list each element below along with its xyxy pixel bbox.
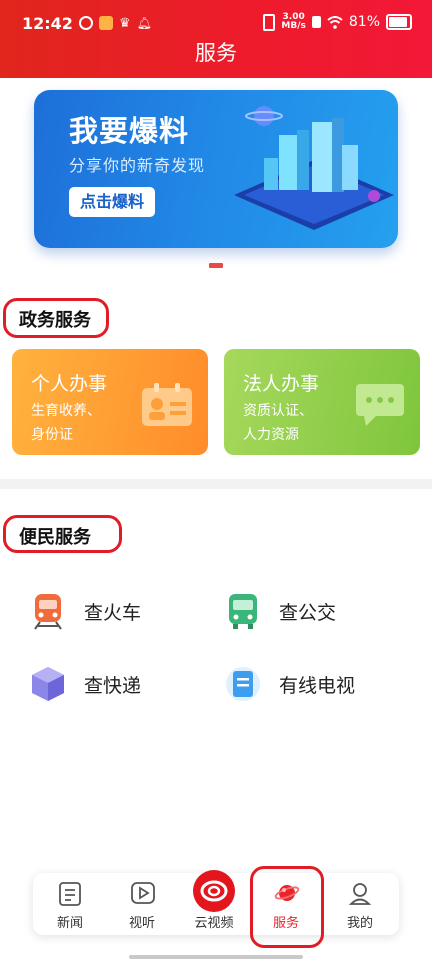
id-card-icon xyxy=(142,383,192,426)
personal-affairs-card[interactable]: 个人办事 生育收养、 身份证 xyxy=(12,349,208,455)
nav-label: 我的 xyxy=(346,916,373,931)
video-play-icon xyxy=(131,882,155,904)
profile-icon xyxy=(348,883,372,905)
card-title: 个人办事 xyxy=(31,373,108,395)
package-icon xyxy=(32,667,64,701)
nav-audio-video[interactable]: 视听 xyxy=(107,873,177,935)
nav-label: 新闻 xyxy=(56,916,83,931)
service-label: 查快递 xyxy=(84,674,142,697)
service-label: 查火车 xyxy=(84,601,142,624)
nav-cloud-video[interactable]: 云视频 xyxy=(179,870,249,935)
card-description: 资质认证、 人力资源 xyxy=(243,403,313,443)
notification-app-icon xyxy=(79,16,93,30)
net-speed: 3.00 MB/s xyxy=(281,12,306,31)
nav-news[interactable]: 新闻 xyxy=(35,873,105,935)
nav-mine[interactable]: 我的 xyxy=(325,873,395,935)
highlight-circle xyxy=(3,298,109,338)
banner-title: 我要爆料 xyxy=(69,114,190,148)
cloud-video-logo-icon xyxy=(193,870,235,912)
bus-icon xyxy=(229,594,257,629)
nav-label: 云视频 xyxy=(194,916,234,931)
status-bar: 12:42 ♛ 🔔︎ 3.00 MB/s 81% xyxy=(22,12,412,36)
news-icon xyxy=(59,882,81,906)
vibrate-icon xyxy=(263,13,276,31)
battery-icon xyxy=(386,14,412,30)
report-button[interactable]: 点击爆料 xyxy=(69,187,155,217)
highlight-circle xyxy=(250,866,324,948)
home-indicator[interactable] xyxy=(129,955,303,959)
chat-bubble-icon xyxy=(356,384,404,426)
express-query-item[interactable]: 查快递 xyxy=(30,664,141,704)
train-query-item[interactable]: 查火车 xyxy=(30,591,141,631)
carousel-indicator xyxy=(209,263,223,268)
page-title: 服务 xyxy=(195,41,237,65)
nav-label: 视听 xyxy=(128,916,155,931)
battery-percent: 81% xyxy=(348,14,380,30)
sim-icon xyxy=(311,16,321,28)
legal-entity-affairs-card[interactable]: 法人办事 资质认证、 人力资源 xyxy=(224,349,420,455)
card-description: 生育收养、 身份证 xyxy=(31,403,101,443)
train-icon xyxy=(34,594,62,630)
bell-icon: 🔔︎ xyxy=(136,16,152,30)
cable-tv-icon xyxy=(226,667,260,701)
highlight-circle xyxy=(3,515,122,553)
wifi-icon xyxy=(327,15,343,29)
banner-subtitle: 分享你的新奇发现 xyxy=(69,156,206,175)
crown-icon: ♛ xyxy=(119,16,131,31)
cable-tv-item[interactable]: 有线电视 xyxy=(225,664,355,704)
notification-badge-icon xyxy=(99,16,113,30)
bottom-nav: 新闻 视听 云视频 服务 我的 xyxy=(33,870,399,935)
report-news-banner[interactable]: 我要爆料 分享你的新奇发现 点击爆料 xyxy=(34,90,398,248)
section-divider xyxy=(0,479,432,489)
bus-query-item[interactable]: 查公交 xyxy=(225,591,336,631)
service-label: 有线电视 xyxy=(279,674,356,697)
city-chip-illustration-icon xyxy=(234,106,394,230)
card-title: 法人办事 xyxy=(243,373,320,395)
app-header: 12:42 ♛ 🔔︎ 3.00 MB/s 81% 服务 xyxy=(0,0,432,78)
service-label: 查公交 xyxy=(279,601,337,624)
status-time: 12:42 xyxy=(22,14,73,33)
